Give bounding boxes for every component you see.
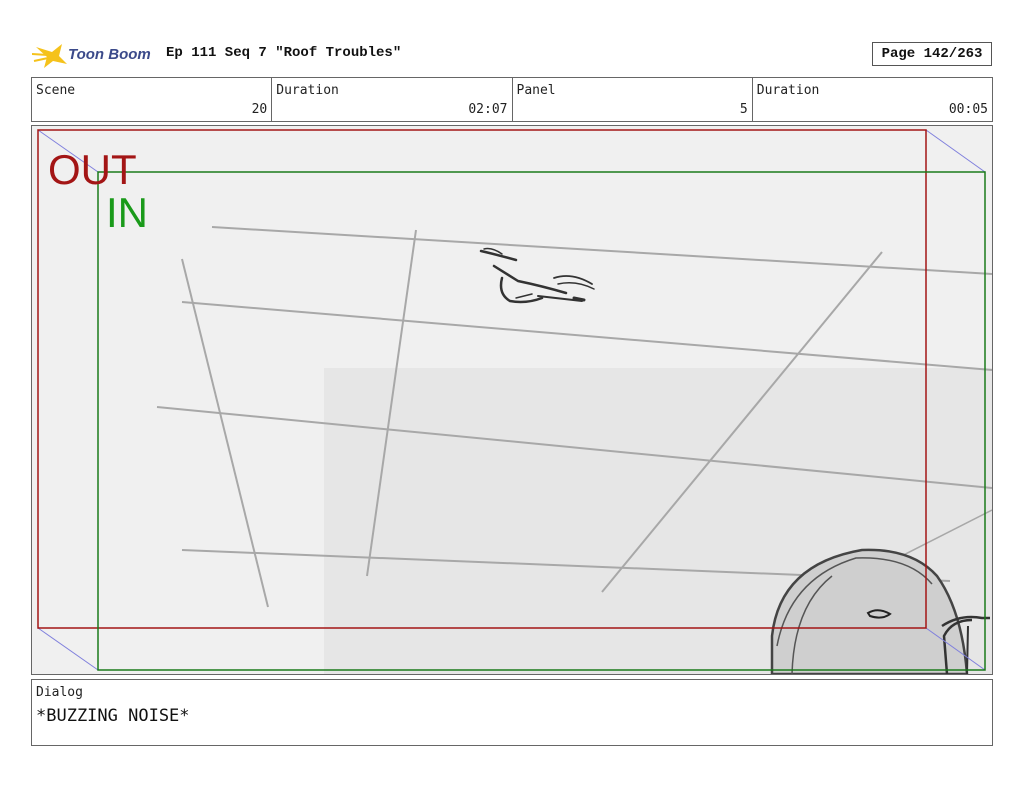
scene-duration-value: 02:07	[468, 102, 508, 117]
panel-cell: Panel 5	[513, 78, 753, 121]
dialog-box: Dialog *BUZZING NOISE*	[31, 679, 993, 746]
panel-duration-value: 00:05	[948, 102, 988, 117]
in-frame-label: IN	[106, 189, 148, 236]
scene-cell: Scene 20	[32, 78, 273, 121]
scene-duration-cell: Duration 02:07	[272, 78, 513, 121]
panel-info-row: Scene 20 Duration 02:07 Panel 5 Duration…	[31, 77, 993, 122]
logo-star-icon	[31, 44, 67, 68]
scene-label: Scene	[36, 83, 76, 98]
panel-duration-label: Duration	[756, 83, 820, 98]
storyboard-panel: OUT IN	[31, 125, 993, 675]
dialog-label: Dialog	[36, 685, 83, 700]
page-number: Page 142/263	[872, 42, 992, 66]
scene-duration-label: Duration	[276, 83, 339, 98]
panel-duration-cell: Duration 00:05	[753, 78, 992, 121]
panel-label: Panel	[516, 83, 556, 98]
scene-value: 20	[251, 102, 268, 117]
panel-value: 5	[739, 102, 748, 117]
toon-boom-logo: Toon Boom	[31, 38, 162, 70]
logo-text: Toon Boom	[68, 46, 151, 63]
panel-drawing: OUT IN	[32, 126, 992, 674]
out-frame-label: OUT	[48, 146, 137, 193]
dialog-text: *BUZZING NOISE*	[36, 706, 190, 726]
episode-title: Ep 111 Seq 7 "Roof Troubles"	[166, 45, 402, 61]
